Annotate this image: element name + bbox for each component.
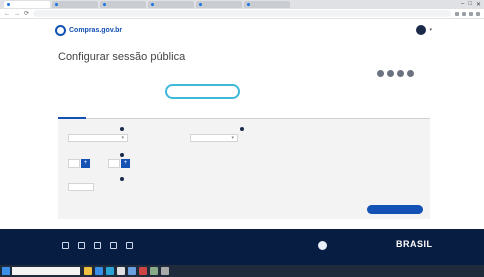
app-header: Compras.gov.br ▾ (0, 19, 484, 43)
browser-tab[interactable] (196, 1, 242, 8)
back-icon[interactable]: ← (4, 11, 10, 17)
page-title: Configurar sessão pública (58, 51, 186, 63)
browser-toolbar: ← → ⟳ (0, 9, 484, 19)
field3-input-b[interactable] (108, 159, 120, 168)
mail-icon[interactable] (128, 267, 136, 275)
extension-icon[interactable] (469, 11, 473, 16)
action-icons (377, 70, 414, 77)
address-bar[interactable] (33, 10, 451, 17)
tab-configuration[interactable] (58, 103, 86, 119)
action-circle-icon[interactable] (387, 70, 394, 77)
favicon-icon (7, 3, 10, 6)
chevron-down-icon[interactable]: ▾ (429, 27, 432, 33)
browser-tab[interactable] (148, 1, 194, 8)
tab-secondary[interactable] (86, 103, 114, 119)
taskbar-search[interactable] (12, 267, 80, 275)
favicon-icon (55, 3, 58, 6)
favicon-icon (199, 3, 202, 6)
linkedin-icon[interactable] (110, 242, 117, 249)
chevron-down-icon: ▾ (231, 135, 234, 141)
whatsapp-icon[interactable] (126, 242, 133, 249)
browser-tab[interactable] (100, 1, 146, 8)
field2-select[interactable]: ▾ (190, 134, 238, 142)
info-icon[interactable] (120, 127, 124, 131)
browser-tab[interactable] (244, 1, 290, 8)
twitter-icon[interactable] (78, 242, 85, 249)
info-icon[interactable] (120, 177, 124, 181)
info-icon[interactable] (120, 153, 124, 157)
window-controls: – □ ✕ (461, 1, 481, 8)
windows-start-icon[interactable] (2, 267, 10, 275)
logo-text: Compras.gov.br (69, 27, 123, 34)
browser-tab[interactable] (52, 1, 98, 8)
extension-icon[interactable] (462, 11, 466, 16)
save-configuration-button[interactable] (367, 205, 423, 214)
highlight-annotation (165, 84, 240, 99)
extension-icon[interactable] (455, 11, 459, 16)
form-panel: ▾ ▾ + + (58, 119, 430, 219)
action-circle-icon[interactable] (407, 70, 414, 77)
logo-mark-icon (55, 25, 66, 36)
site-footer: BRASIL (0, 229, 484, 265)
store-icon[interactable] (95, 267, 103, 275)
page-tabs (58, 103, 430, 119)
edge-icon[interactable] (106, 267, 114, 275)
field4-input[interactable] (68, 183, 94, 191)
app-icon[interactable] (161, 267, 169, 275)
favicon-icon (103, 3, 106, 6)
minimize-icon[interactable]: – (461, 1, 464, 8)
site-logo[interactable]: Compras.gov.br (55, 25, 122, 36)
social-links (62, 242, 133, 249)
chrome-icon[interactable] (117, 267, 125, 275)
footer-logo[interactable] (318, 241, 330, 250)
app-icon[interactable] (150, 267, 158, 275)
app-icon[interactable] (139, 267, 147, 275)
extension-icons (455, 11, 480, 16)
close-icon[interactable]: ✕ (476, 1, 481, 8)
access-info-icon (318, 241, 327, 250)
action-circle-icon[interactable] (397, 70, 404, 77)
chevron-down-icon: ▾ (121, 135, 124, 141)
taskbar-apps (84, 267, 169, 275)
browser-tab[interactable] (4, 1, 50, 8)
explorer-icon[interactable] (84, 267, 92, 275)
favicon-icon (151, 3, 154, 6)
maximize-icon[interactable]: □ (468, 1, 472, 8)
field1-select[interactable]: ▾ (68, 134, 128, 142)
forward-icon[interactable]: → (14, 11, 20, 17)
avatar[interactable] (416, 25, 426, 35)
facebook-icon[interactable] (62, 242, 69, 249)
plus-icon[interactable]: + (121, 159, 130, 168)
info-icon[interactable] (240, 127, 244, 131)
brasil-logo[interactable]: BRASIL (396, 239, 433, 249)
plus-icon[interactable]: + (81, 159, 90, 168)
instagram-icon[interactable] (94, 242, 101, 249)
menu-icon[interactable] (476, 11, 480, 16)
os-taskbar (0, 265, 484, 277)
reload-icon[interactable]: ⟳ (24, 10, 29, 17)
favicon-icon (247, 3, 250, 6)
action-circle-icon[interactable] (377, 70, 384, 77)
field3-input-a[interactable] (68, 159, 80, 168)
browser-tab-strip: – □ ✕ (0, 0, 484, 9)
